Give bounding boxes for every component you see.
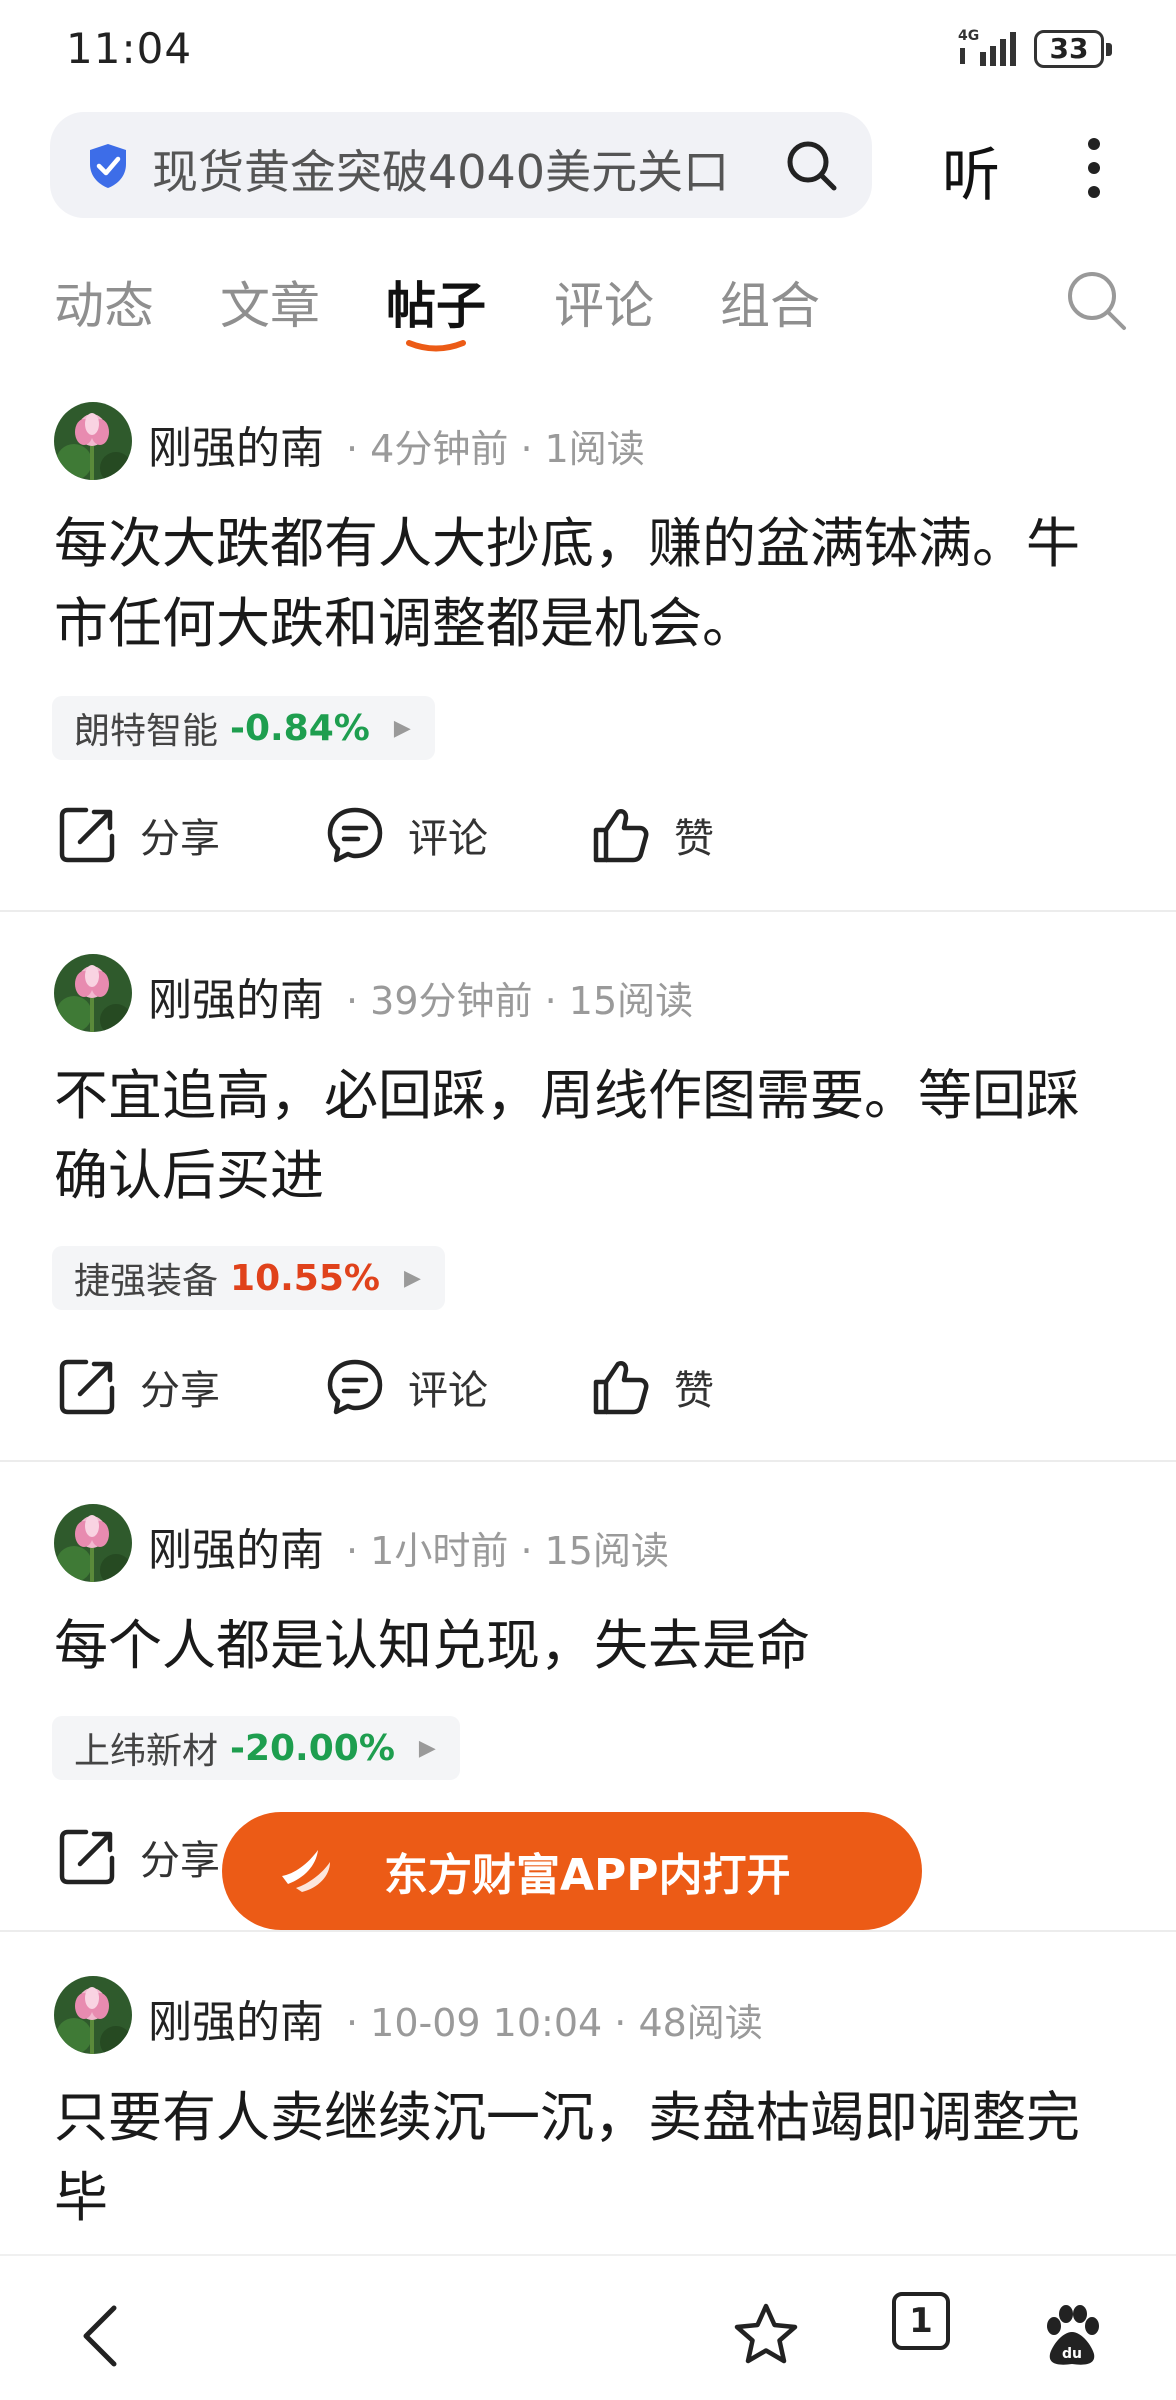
tab-articles[interactable]: 文章 <box>220 266 320 338</box>
avatar[interactable] <box>54 1976 132 2054</box>
read-count: 1阅读 <box>544 427 645 471</box>
arrow-right-icon: ▶ <box>403 1265 421 1291</box>
read-count: 48阅读 <box>638 2001 763 2045</box>
avatar[interactable] <box>54 954 132 1032</box>
tab-comments[interactable]: 评论 <box>554 266 654 338</box>
post-time: 10-09 10:04 <box>370 2001 603 2045</box>
search-icon[interactable] <box>1064 268 1130 334</box>
share-icon <box>59 1359 115 1415</box>
baidu-paw-icon[interactable]: du <box>1032 2296 1112 2376</box>
avatar[interactable] <box>54 1504 132 1582</box>
tab-dynamics[interactable]: 动态 <box>54 266 154 338</box>
author-name[interactable]: 刚强的南 <box>148 1986 324 2050</box>
like-button[interactable]: 赞 <box>590 1356 714 1418</box>
arrow-right-icon: ▶ <box>393 715 411 741</box>
share-icon <box>59 807 115 863</box>
post-time: 39分钟前 <box>370 979 533 1023</box>
like-label: 赞 <box>674 816 714 862</box>
post-meta: · 39分钟前 · 15阅读 <box>346 979 694 1023</box>
bottom-navigation: du <box>0 2254 1176 2400</box>
comment-icon <box>327 807 383 863</box>
stock-tag[interactable]: 上纬新材 -20.00% ▶ <box>52 1716 460 1780</box>
stock-change: -0.84% <box>230 707 370 749</box>
share-label: 分享 <box>140 1368 220 1414</box>
stock-change: 10.55% <box>230 1257 380 1299</box>
comment-button[interactable]: 评论 <box>324 804 488 866</box>
author-name[interactable]: 刚强的南 <box>148 412 324 476</box>
shield-icon <box>90 144 126 188</box>
comment-label: 评论 <box>408 1368 488 1414</box>
stock-name: 朗特智能 <box>74 711 219 752</box>
share-icon <box>59 1829 115 1885</box>
post-text[interactable]: 每次大跌都有人大抄底，赚的盆满钵满。牛市任何大跌和调整都是机会。 <box>54 504 1124 664</box>
post-time: 4分钟前 <box>370 427 509 471</box>
arrow-right-icon: ▶ <box>418 1735 436 1761</box>
author-name[interactable]: 刚强的南 <box>148 1514 324 1578</box>
comment-icon <box>327 1359 383 1415</box>
post-meta: · 1小时前 · 15阅读 <box>346 1529 669 1573</box>
author-name[interactable]: 刚强的南 <box>148 964 324 1028</box>
stock-tag[interactable]: 捷强装备 10.55% ▶ <box>52 1246 445 1310</box>
stock-change: -20.00% <box>230 1727 395 1769</box>
post-text[interactable]: 不宜追高，必回踩，周线作图需要。等回踩确认后买进 <box>54 1056 1124 1216</box>
comment-button[interactable]: 评论 <box>324 1356 488 1418</box>
search-query[interactable]: 现货黄金突破4040美元关口 <box>152 136 729 202</box>
post-text[interactable]: 每个人都是认知兑现，失去是命 <box>54 1606 1124 1686</box>
tab-portfolio[interactable]: 组合 <box>720 266 820 338</box>
tab-posts[interactable]: 帖子 <box>386 266 486 338</box>
like-button[interactable]: 赞 <box>590 804 714 866</box>
open-in-app-label: 东方财富APP内打开 <box>384 1850 791 1901</box>
post-meta: · 4分钟前 · 1阅读 <box>346 427 645 471</box>
star-icon[interactable] <box>726 2296 806 2376</box>
post-time: 1小时前 <box>370 1529 509 1573</box>
back-icon[interactable] <box>62 2296 142 2376</box>
divider <box>0 910 1176 912</box>
post-meta: · 10-09 10:04 · 48阅读 <box>346 2001 763 2045</box>
more-menu-icon[interactable] <box>1084 136 1104 200</box>
stock-tag[interactable]: 朗特智能 -0.84% ▶ <box>52 696 435 760</box>
post-text[interactable]: 只要有人卖继续沉一沉，卖盘枯竭即调整完毕 <box>54 2078 1124 2238</box>
stock-name: 上纬新材 <box>74 1731 219 1772</box>
battery-indicator: 33 <box>1034 30 1112 68</box>
status-bar: 11:04 4G 33 <box>0 0 1176 100</box>
network-type: 4G <box>958 28 979 44</box>
svg-text:du: du <box>1062 2346 1082 2362</box>
like-label: 赞 <box>674 1368 714 1414</box>
tab-bar: 动态 文章 帖子 评论 组合 <box>0 258 1176 358</box>
avatar[interactable] <box>54 402 132 480</box>
stock-name: 捷强装备 <box>74 1261 219 1302</box>
share-button[interactable]: 分享 <box>56 1826 220 1888</box>
share-label: 分享 <box>140 1838 220 1884</box>
thumbs-up-icon <box>593 809 649 863</box>
read-count: 15阅读 <box>568 979 694 1023</box>
signal-icon: 4G <box>958 28 1016 66</box>
thumbs-up-icon <box>593 1361 649 1415</box>
status-time: 11:04 <box>66 24 193 73</box>
listen-button[interactable]: 听 <box>942 128 1000 212</box>
divider <box>0 1460 1176 1462</box>
read-count: 15阅读 <box>544 1529 669 1573</box>
share-label: 分享 <box>140 816 220 862</box>
share-button[interactable]: 分享 <box>56 804 220 866</box>
active-tab-indicator <box>406 340 466 352</box>
eastmoney-logo-icon <box>282 1850 330 1892</box>
share-button[interactable]: 分享 <box>56 1356 220 1418</box>
divider <box>0 1930 1176 1932</box>
comment-label: 评论 <box>408 816 488 862</box>
open-in-app-button[interactable]: 东方财富APP内打开 <box>222 1812 922 1930</box>
search-icon[interactable] <box>784 138 840 194</box>
tabs-count-button[interactable]: 1 <box>892 2292 950 2350</box>
